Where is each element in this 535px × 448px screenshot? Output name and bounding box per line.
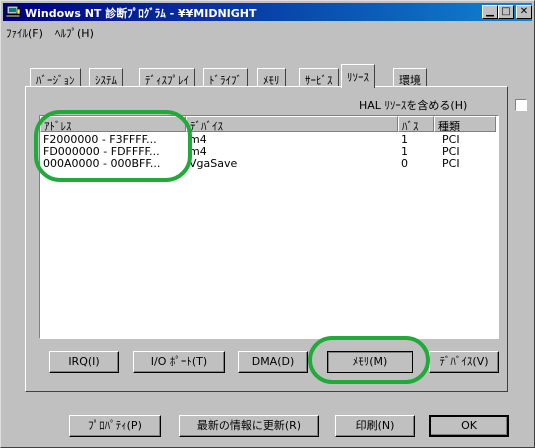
maximize-button[interactable]: □	[498, 5, 514, 19]
ok-button[interactable]: OK	[429, 415, 509, 437]
column-header-address[interactable]: ｱﾄﾞﾚｽ	[40, 116, 186, 132]
tab-environment[interactable]: 環境	[393, 68, 427, 87]
cell-bus: 1	[401, 146, 408, 158]
cell-address: FD000000 - FDFFFF...	[43, 146, 160, 158]
device-button[interactable]: ﾃﾞﾊﾞｲｽ(V)	[429, 351, 499, 373]
io-port-button[interactable]: I/O ﾎﾟｰﾄ(T)	[133, 351, 225, 373]
list-row[interactable]: F2000000 - F3FFFF... m4 1 PCI	[40, 134, 496, 146]
tab-services[interactable]: ｻｰﾋﾞｽ	[299, 68, 339, 87]
memory-button[interactable]: ﾒﾓﾘ(M)	[327, 351, 413, 373]
refresh-button[interactable]: 最新の情報に更新(R)	[179, 415, 319, 437]
tab-memory[interactable]: ﾒﾓﾘ	[257, 68, 286, 87]
cell-device: VgaSave	[189, 158, 238, 170]
window-title: Windows NT 診断ﾌﾟﾛｸﾞﾗﾑ - ¥¥MIDNIGHT	[25, 7, 257, 20]
print-button[interactable]: 印刷(N)	[335, 415, 415, 437]
minimize-icon: ▁	[486, 6, 494, 17]
column-header-bus[interactable]: ﾊﾞｽ	[398, 116, 434, 132]
dma-button[interactable]: DMA(D)	[238, 351, 308, 373]
cell-type: PCI	[442, 158, 460, 170]
properties-button[interactable]: ﾌﾟﾛﾊﾟﾃｨ(P)	[69, 415, 161, 437]
close-button[interactable]: ✕	[516, 5, 532, 19]
tab-resources[interactable]: ﾘｿｰｽ	[341, 64, 375, 88]
close-icon: ✕	[519, 6, 529, 17]
cell-device: m4	[189, 134, 207, 146]
cell-bus: 0	[401, 158, 408, 170]
cell-address: 000A0000 - 000BFF...	[43, 158, 161, 170]
hal-label: HAL ﾘｿｰｽを含める(H)	[359, 99, 468, 112]
title-bar[interactable]: Windows NT 診断ﾌﾟﾛｸﾞﾗﾑ - ¥¥MIDNIGHT ▁ □ ✕	[3, 3, 532, 21]
hal-checkbox[interactable]	[515, 99, 527, 111]
list-row[interactable]: FD000000 - FDFFFF... m4 1 PCI	[40, 146, 496, 158]
cell-bus: 1	[401, 134, 408, 146]
cell-address: F2000000 - F3FFFF...	[43, 134, 157, 146]
irq-button[interactable]: IRQ(I)	[49, 351, 119, 373]
diagnostics-window: Windows NT 診断ﾌﾟﾛｸﾞﾗﾑ - ¥¥MIDNIGHT ▁ □ ✕ …	[0, 0, 535, 448]
computer-icon	[6, 5, 21, 18]
tab-system[interactable]: ｼｽﾃﾑ	[89, 68, 123, 87]
cell-type: PCI	[442, 146, 460, 158]
tab-display[interactable]: ﾃﾞｨｽﾌﾟﾚｲ	[139, 68, 195, 87]
minimize-button[interactable]: ▁	[482, 5, 498, 19]
maximize-icon: □	[501, 6, 511, 17]
column-header-device[interactable]: ﾃﾞﾊﾞｲｽ	[186, 116, 398, 132]
menu-help[interactable]: ﾍﾙﾌﾟ(H)	[55, 25, 94, 41]
cell-device: m4	[189, 146, 207, 158]
resource-list[interactable]: ｱﾄﾞﾚｽ ﾃﾞﾊﾞｲｽ ﾊﾞｽ 種類 F2000000 - F3FFFF...…	[39, 115, 499, 339]
tab-drive[interactable]: ﾄﾞﾗｲﾌﾞ	[203, 68, 248, 87]
menu-file[interactable]: ﾌｧｲﾙ(F)	[6, 25, 43, 41]
list-row[interactable]: 000A0000 - 000BFF... VgaSave 0 PCI	[40, 158, 496, 170]
menu-bar: ﾌｧｲﾙ(F) ﾍﾙﾌﾟ(H)	[3, 22, 532, 40]
column-header-type[interactable]: 種類	[434, 116, 496, 132]
cell-type: PCI	[442, 134, 460, 146]
tab-version[interactable]: ﾊﾞｰｼﾞｮﾝ	[30, 68, 81, 87]
